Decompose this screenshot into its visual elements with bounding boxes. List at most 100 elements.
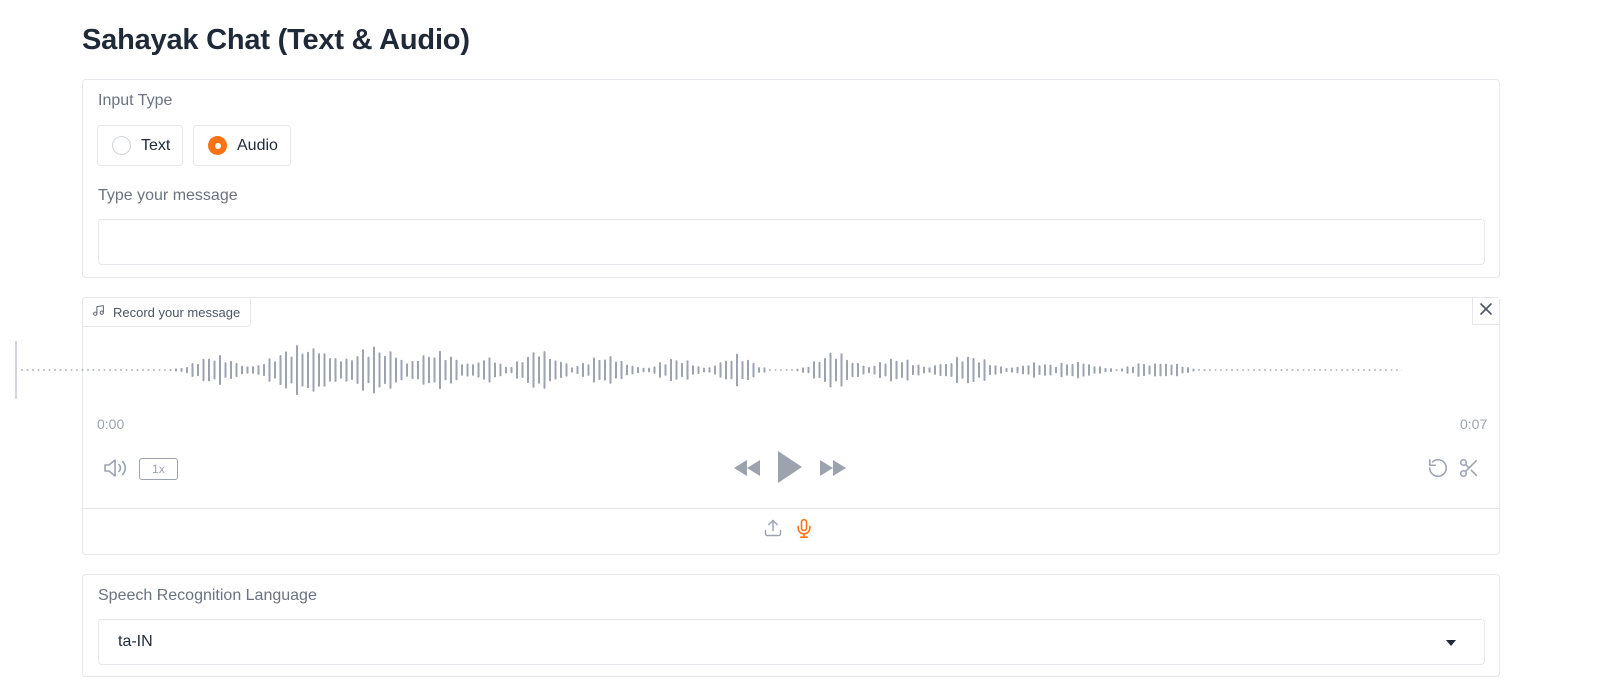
waveform-bar (686, 360, 689, 380)
page-title: Sahayak Chat (Text & Audio) (82, 24, 470, 56)
waveform-bar (1192, 368, 1195, 372)
waveform-bar (213, 360, 216, 380)
radio-audio[interactable]: Audio (193, 125, 291, 166)
trim-button[interactable] (1456, 457, 1482, 483)
waveform-bar (1071, 363, 1074, 377)
waveform-bar (472, 364, 474, 376)
microphone-source-button[interactable] (793, 517, 815, 543)
waveform-bar (1220, 369, 1222, 371)
waveform-bar (664, 364, 667, 376)
playback-rate-button[interactable]: 1x (139, 458, 178, 480)
waveform-bar (1126, 366, 1129, 374)
waveform-bar (1203, 369, 1206, 371)
waveform-bar (587, 364, 590, 376)
volume-button[interactable] (102, 458, 130, 482)
waveform-bar (868, 367, 870, 374)
waveform-bar (510, 366, 513, 374)
waveform-bar (631, 365, 634, 375)
waveform-bar (186, 367, 188, 374)
waveform-bar (1324, 369, 1327, 371)
waveform-bar (956, 356, 958, 384)
waveform-bar (312, 348, 315, 392)
waveform-bar (582, 362, 584, 377)
waveform-bar (191, 363, 194, 377)
waveform-bar (483, 360, 485, 380)
waveform-bar (752, 362, 755, 378)
waveform-bar (598, 359, 601, 380)
waveform-bar (1132, 366, 1134, 374)
waveform-bar (136, 369, 139, 371)
waveform-bar (1269, 369, 1272, 371)
waveform-bar (400, 359, 403, 381)
waveform-bar (65, 369, 67, 371)
waveform-bar (1319, 369, 1321, 371)
waveform-bar (175, 368, 177, 372)
play-icon (777, 450, 803, 489)
waveform-bar (626, 364, 628, 376)
waveform-bar (329, 358, 331, 382)
playback-cursor[interactable] (15, 341, 17, 399)
waveform-bar (32, 369, 34, 371)
waveform-bar (142, 369, 144, 371)
waveform-bar (1335, 369, 1338, 371)
radio-text-circle[interactable] (112, 136, 131, 155)
waveform-bar (637, 366, 639, 374)
waveform-bar (780, 369, 782, 371)
waveform-bar (1242, 369, 1244, 371)
waveform-bar (296, 345, 298, 395)
close-button[interactable] (1472, 298, 1499, 325)
skip-backward-button[interactable] (732, 459, 762, 481)
waveform-bar (224, 362, 227, 378)
waveform-bar (428, 356, 430, 384)
upload-source-button[interactable] (762, 518, 784, 542)
waveform-bar (873, 365, 876, 375)
waveform-bar (1308, 369, 1310, 371)
language-panel: Speech Recognition Language ta-IN (82, 574, 1500, 677)
play-button[interactable] (775, 450, 805, 489)
waveform-bar (1022, 365, 1024, 375)
waveform-bar (92, 369, 95, 371)
waveform-bar (653, 366, 656, 374)
waveform-bar (1016, 366, 1019, 374)
message-input[interactable] (98, 219, 1485, 265)
waveform-bar (477, 362, 480, 378)
radio-text[interactable]: Text (97, 125, 183, 166)
waveform-bar (659, 362, 661, 378)
waveform-bar (604, 359, 606, 381)
waveform-bar (1313, 369, 1316, 371)
audio-waveform[interactable] (15, 341, 1402, 399)
radio-text-label: Text (141, 136, 171, 154)
waveform-bar (983, 359, 986, 381)
waveform-bar (219, 355, 221, 385)
waveform-bar (147, 369, 150, 371)
undo-icon (1427, 457, 1449, 484)
waveform-bar (840, 353, 843, 387)
waveform-bar (169, 369, 172, 371)
source-divider (83, 508, 1499, 509)
waveform-bar (395, 357, 397, 383)
waveform-bar (252, 366, 254, 374)
waveform-bar (1187, 367, 1189, 373)
waveform-bar (1082, 363, 1085, 377)
waveform-bar (444, 359, 447, 381)
waveform-bar (895, 360, 898, 380)
waveform-bar (1154, 363, 1156, 377)
waveform-bar (351, 360, 353, 380)
waveform-bar (466, 363, 469, 377)
radio-audio-circle[interactable] (208, 136, 227, 155)
caret-down-icon (1446, 640, 1456, 646)
waveform-bar (202, 358, 205, 382)
waveform-bar (70, 369, 73, 371)
waveform-bar (180, 368, 183, 372)
waveform-bar (576, 365, 579, 374)
waveform-bar (939, 364, 942, 376)
waveform-bar (890, 358, 892, 382)
waveform-bar (543, 351, 546, 389)
waveform-bar (593, 357, 595, 383)
language-select[interactable]: ta-IN (98, 619, 1485, 665)
waveform-bar (450, 356, 452, 384)
reset-button[interactable] (1425, 457, 1451, 483)
skip-forward-button[interactable] (818, 459, 848, 481)
waveform-bar (796, 368, 799, 372)
waveform-bar (1093, 366, 1096, 374)
